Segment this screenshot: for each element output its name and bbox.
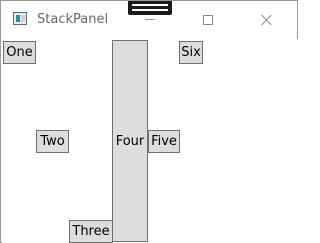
button-two[interactable]: Two xyxy=(36,130,69,153)
button-four[interactable]: Four xyxy=(112,40,148,242)
minimize-button[interactable] xyxy=(127,1,173,38)
close-icon xyxy=(261,14,273,26)
title-bar[interactable]: StackPanel xyxy=(1,1,297,38)
maximize-icon xyxy=(203,14,213,25)
button-three[interactable]: Three xyxy=(69,220,113,243)
window-title: StackPanel xyxy=(37,12,109,27)
maximize-button[interactable] xyxy=(185,1,231,38)
button-one[interactable]: One xyxy=(3,41,36,64)
minimize-icon xyxy=(145,19,155,20)
button-six[interactable]: Six xyxy=(179,41,203,64)
button-five[interactable]: Five xyxy=(148,130,180,153)
app-window: StackPanel One Two Three Four Five Six xyxy=(0,0,298,243)
stack-panel: One Two Three Four Five Six xyxy=(2,39,298,243)
close-button[interactable] xyxy=(244,1,290,38)
app-icon xyxy=(13,12,27,25)
